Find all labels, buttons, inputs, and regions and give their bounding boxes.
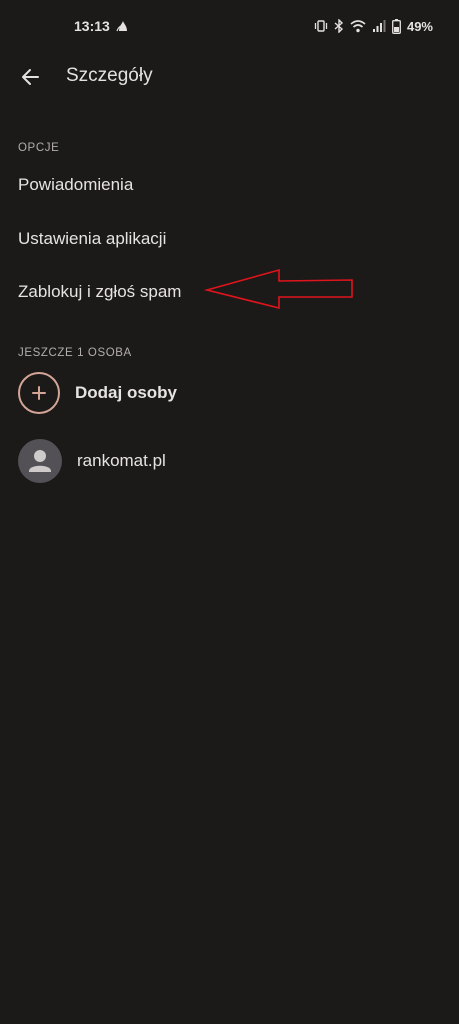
back-button[interactable]: [14, 62, 46, 92]
notification-icon: [116, 19, 130, 33]
member-row[interactable]: rankomat.pl: [18, 438, 438, 484]
add-people-label: Dodaj osoby: [75, 383, 178, 402]
app-bar: Szczegóły: [0, 52, 459, 102]
add-icon: [18, 372, 60, 414]
option-app-settings[interactable]: Ustawienia aplikacji: [18, 229, 166, 249]
section-header-options: OPCJE: [18, 142, 60, 154]
option-notifications[interactable]: Powiadomienia: [18, 175, 133, 195]
wifi-icon: [350, 19, 366, 33]
person-icon: [29, 450, 51, 472]
arrow-left-icon: [22, 69, 39, 85]
vibrate-icon: [314, 19, 328, 33]
page-title: Szczegóły: [66, 65, 153, 86]
member-name: rankomat.pl: [77, 451, 166, 470]
section-header-people: JESZCZE 1 OSOBA: [18, 347, 132, 359]
status-time: 13:13: [74, 18, 110, 34]
annotation-arrow-icon: [204, 268, 353, 310]
avatar: [18, 439, 62, 483]
battery-icon: [392, 18, 401, 34]
status-bar: 13:13 49%: [0, 0, 459, 52]
add-people-button[interactable]: Dodaj osoby: [18, 370, 438, 416]
option-block-report-spam[interactable]: Zablokuj i zgłoś spam: [18, 282, 181, 302]
status-icons: 49%: [314, 17, 433, 35]
battery-percent: 49%: [406, 18, 433, 34]
signal-icon: [372, 19, 386, 33]
bluetooth-icon: [334, 19, 344, 33]
